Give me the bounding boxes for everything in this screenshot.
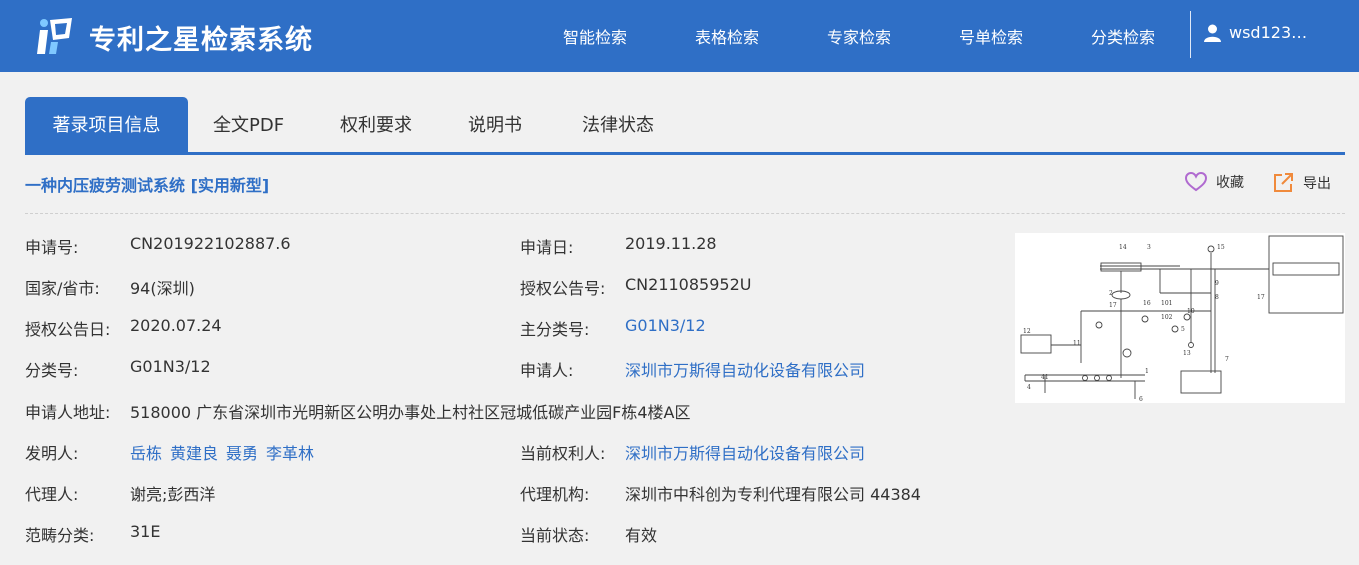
drawing-label: 3 <box>1147 244 1151 251</box>
tab-underline <box>25 152 1345 155</box>
tab-fulltext-pdf[interactable]: 全文PDF <box>213 97 284 153</box>
drawing-label: 15 <box>1217 244 1225 251</box>
agency-value: 深圳市中科创为专利代理有限公司 44384 <box>625 485 921 504</box>
nav-expert-search[interactable]: 专家检索 <box>827 24 891 48</box>
applicant-address: 518000 广东省深圳市光明新区公明办事处上村社区冠城低碳产业园F栋4楼A区 <box>130 403 691 422</box>
tab-description[interactable]: 说明书 <box>468 97 522 153</box>
drawing-label: 9 <box>1215 280 1219 287</box>
heart-icon <box>1185 172 1207 192</box>
status-label: 当前状态: <box>520 526 590 545</box>
drawing-label: 8 <box>1215 294 1219 301</box>
drawing-label: 5 <box>1181 326 1185 333</box>
top-navbar: 专利之星检索系统 智能检索 表格检索 专家检索 号单检索 分类检索 wsd123… <box>0 0 1359 72</box>
grant-pub-date: 2020.07.24 <box>130 316 222 335</box>
drawing-label: 102 <box>1161 314 1173 321</box>
drawing-label: 41 <box>1041 374 1049 381</box>
class-number-label: 分类号: <box>25 361 79 380</box>
grant-pub-number-label: 授权公告号: <box>520 279 606 298</box>
agent-label: 代理人: <box>25 485 79 504</box>
inventor-link[interactable]: 黄建良 <box>170 444 218 463</box>
tab-bibliographic[interactable]: 著录项目信息 <box>25 97 188 153</box>
current-holder-label: 当前权利人: <box>520 444 606 463</box>
nav-number-search[interactable]: 号单检索 <box>959 24 1023 48</box>
nav-class-search[interactable]: 分类检索 <box>1091 24 1155 48</box>
agency-label: 代理机构: <box>520 485 590 504</box>
drawing-label: 1 <box>1145 368 1149 375</box>
inventor-label: 发明人: <box>25 444 79 463</box>
nav-divider <box>1190 11 1191 58</box>
drawing-label: 4 <box>1027 384 1031 391</box>
nav-form-search[interactable]: 表格检索 <box>695 24 759 48</box>
applicant-address-label: 申请人地址: <box>25 403 111 422</box>
agent-value: 谢亮;彭西洋 <box>130 485 216 504</box>
drawing-label: 16 <box>1143 300 1151 307</box>
drawing-label: 11 <box>1073 340 1081 347</box>
tab-legal-status[interactable]: 法律状态 <box>582 97 654 153</box>
username: wsd123… <box>1229 23 1308 42</box>
user-icon <box>1204 24 1221 42</box>
grant-pub-number: CN211085952U <box>625 275 752 294</box>
inventor-list: 岳栋 黄建良 聂勇 李革林 <box>130 440 322 464</box>
drawing-label: 7 <box>1225 356 1229 363</box>
applicant-link[interactable]: 深圳市万斯得自动化设备有限公司 <box>625 357 865 381</box>
export-label: 导出 <box>1303 175 1331 192</box>
drawing-label: 17 <box>1257 294 1265 301</box>
current-holder-link[interactable]: 深圳市万斯得自动化设备有限公司 <box>625 440 865 464</box>
patent-title: 一种内压疲劳测试系统 [实用新型] <box>25 176 270 195</box>
application-number-label: 申请号: <box>25 238 79 257</box>
drawing-label: 2 <box>1109 290 1113 297</box>
category-value: 31E <box>130 522 161 541</box>
inventor-link[interactable]: 聂勇 <box>226 444 258 463</box>
application-date: 2019.11.28 <box>625 234 717 253</box>
drawing-label: 12 <box>1023 328 1031 335</box>
drawing-label: 10 <box>1187 308 1195 315</box>
favorite-label: 收藏 <box>1216 175 1244 191</box>
drawing-label: 14 <box>1119 244 1127 251</box>
divider <box>25 213 1345 214</box>
region-value: 94(深圳) <box>130 279 195 298</box>
nav-smart-search[interactable]: 智能检索 <box>563 24 627 48</box>
drawing-label: 17 <box>1109 302 1117 309</box>
patent-drawing[interactable]: 14 3 15 2 17 16 101 102 10 5 9 8 17 11 1… <box>1015 233 1345 403</box>
drawing-label: 6 <box>1139 396 1143 403</box>
inventor-link[interactable]: 岳栋 <box>130 444 162 463</box>
tab-claims[interactable]: 权利要求 <box>340 97 412 153</box>
application-number: CN201922102887.6 <box>130 234 291 253</box>
export-button[interactable]: 导出 <box>1273 172 1331 193</box>
drawing-label: 101 <box>1161 300 1172 307</box>
application-date-label: 申请日: <box>520 238 574 257</box>
drawing-reference-numbers: 14 3 15 2 17 16 101 102 10 5 9 8 17 11 1… <box>1023 244 1265 403</box>
class-number: G01N3/12 <box>130 357 211 376</box>
app-title: 专利之星检索系统 <box>89 25 313 56</box>
patent-drawing-svg: 14 3 15 2 17 16 101 102 10 5 9 8 17 11 1… <box>1020 235 1344 403</box>
region-label: 国家/省市: <box>25 279 100 298</box>
main-class-label: 主分类号: <box>520 320 590 339</box>
category-label: 范畴分类: <box>25 526 95 545</box>
logo-icon <box>37 18 72 54</box>
status-value: 有效 <box>625 526 658 545</box>
favorite-button[interactable]: 收藏 <box>1185 172 1244 192</box>
main-class-link[interactable]: G01N3/12 <box>625 316 706 335</box>
applicant-label: 申请人: <box>520 361 574 380</box>
drawing-label: 13 <box>1183 350 1191 357</box>
user-menu[interactable]: wsd123… <box>1204 23 1307 42</box>
export-icon <box>1274 173 1293 192</box>
grant-pub-date-label: 授权公告日: <box>25 320 111 339</box>
inventor-link[interactable]: 李革林 <box>266 444 314 463</box>
